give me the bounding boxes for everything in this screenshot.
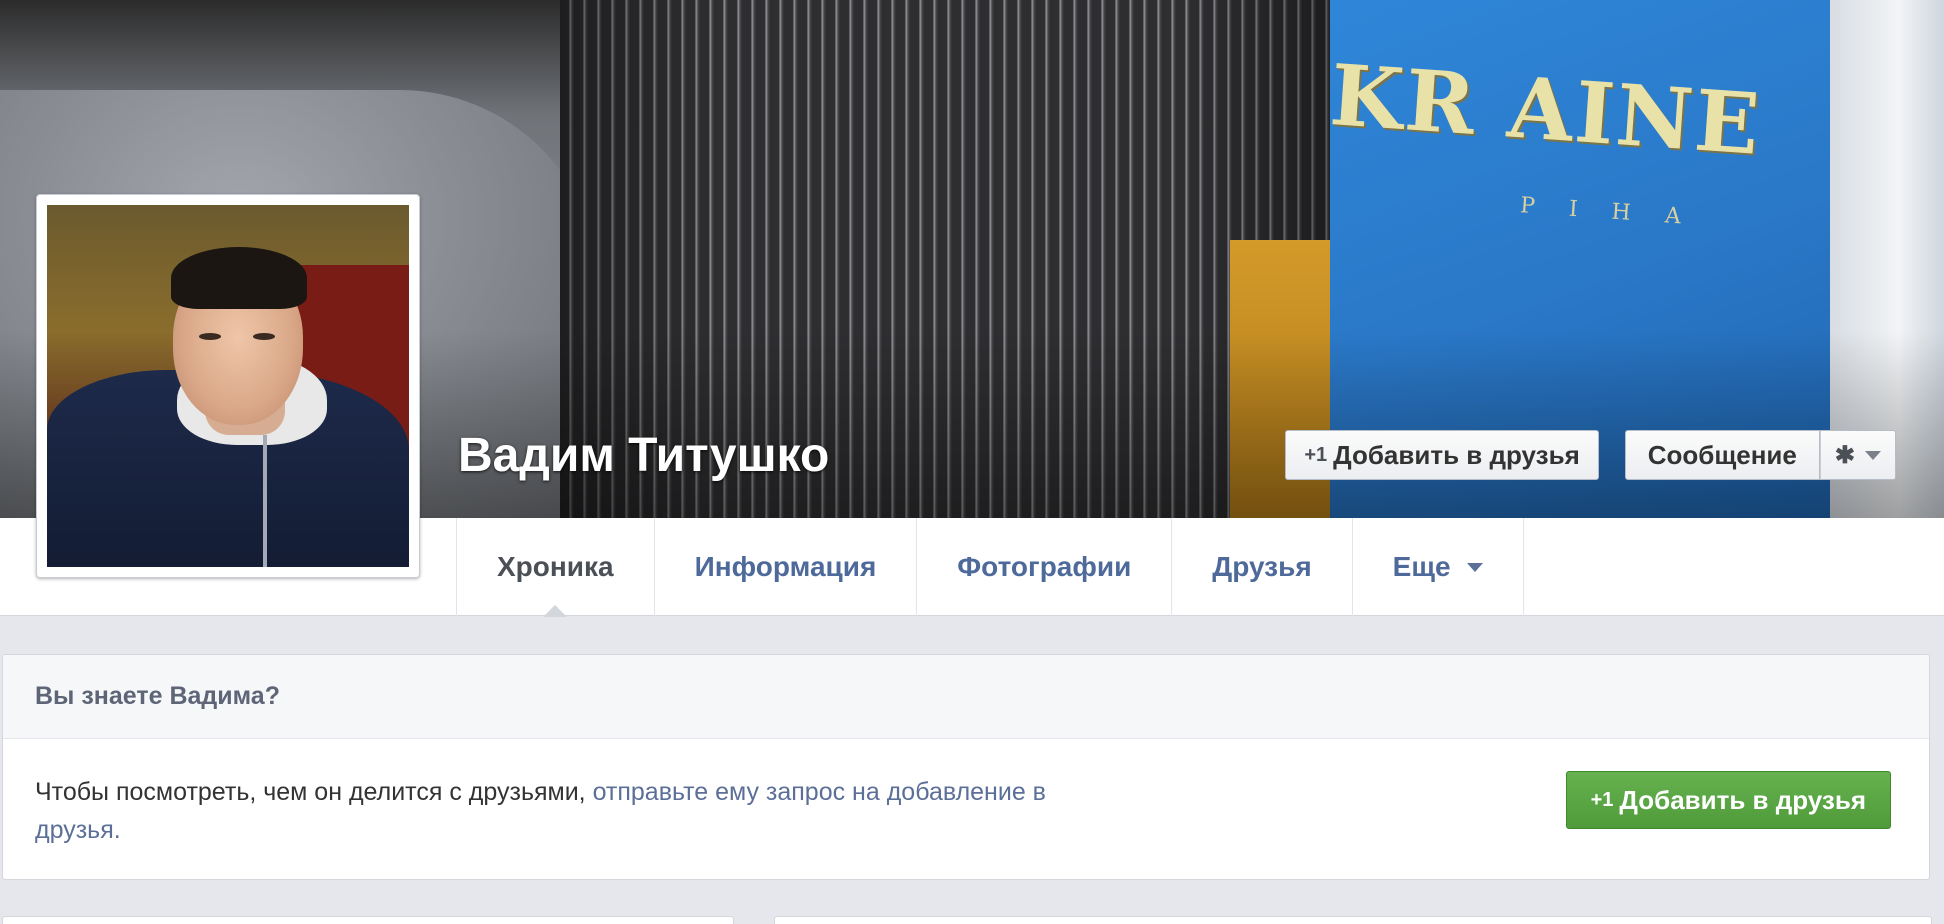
know-person-text: Чтобы посмотреть, чем он делится с друзь… [35, 773, 1275, 849]
message-button[interactable]: Сообщение [1624, 430, 1820, 480]
right-column-panel [774, 916, 1932, 924]
tab-timeline[interactable]: Хроника [457, 518, 655, 616]
know-person-card: Вы знаете Вадима? Чтобы посмотреть, чем … [2, 654, 1930, 880]
chevron-down-icon [1865, 450, 1881, 460]
add-friend-green-button[interactable]: +1 Добавить в друзья [1565, 771, 1891, 829]
avatar-eye-right [253, 333, 275, 340]
know-person-title: Вы знаете Вадима? [3, 655, 1929, 739]
add-friend-icon: +1 [1304, 443, 1328, 466]
message-button-group: Сообщение ✱ [1624, 430, 1896, 480]
tab-about[interactable]: Информация [655, 518, 918, 616]
profile-tabs: Хроника Информация Фотографии Друзья Еще [456, 518, 1524, 616]
settings-dropdown-button[interactable]: ✱ [1819, 430, 1896, 480]
tab-more[interactable]: Еще [1353, 518, 1524, 616]
chevron-down-icon [1466, 562, 1483, 572]
add-friend-label: Добавить в друзья [1333, 439, 1580, 470]
add-friend-button[interactable]: +1 Добавить в друзья [1285, 430, 1599, 480]
avatar [47, 205, 409, 567]
left-column-panel [2, 916, 734, 924]
send-request-link-tail[interactable]: друзья. [35, 816, 121, 844]
avatar-zipper [263, 435, 267, 567]
profile-picture[interactable] [36, 194, 420, 578]
add-friend-green-label: Добавить в друзья [1619, 784, 1866, 815]
profile-page: KR AINE РІНА Вадим Титушко +1 Добавить в… [0, 0, 1944, 924]
profile-name[interactable]: Вадим Титушко [458, 428, 829, 483]
tab-friends[interactable]: Друзья [1172, 518, 1353, 616]
know-person-body: Чтобы посмотреть, чем он делится с друзь… [3, 739, 1929, 879]
tab-more-label: Еще [1392, 551, 1451, 582]
send-request-link[interactable]: отправьте ему запрос на добавление в [593, 778, 1046, 806]
gear-icon: ✱ [1834, 441, 1855, 469]
avatar-eye-left [199, 333, 221, 340]
add-friend-icon: +1 [1590, 788, 1614, 811]
avatar-hair [171, 247, 307, 309]
cover-actions: +1 Добавить в друзья Сообщение ✱ [1285, 430, 1896, 480]
know-person-text-plain: Чтобы посмотреть, чем он делится с друзь… [35, 778, 593, 806]
tab-photos[interactable]: Фотографии [917, 518, 1173, 616]
